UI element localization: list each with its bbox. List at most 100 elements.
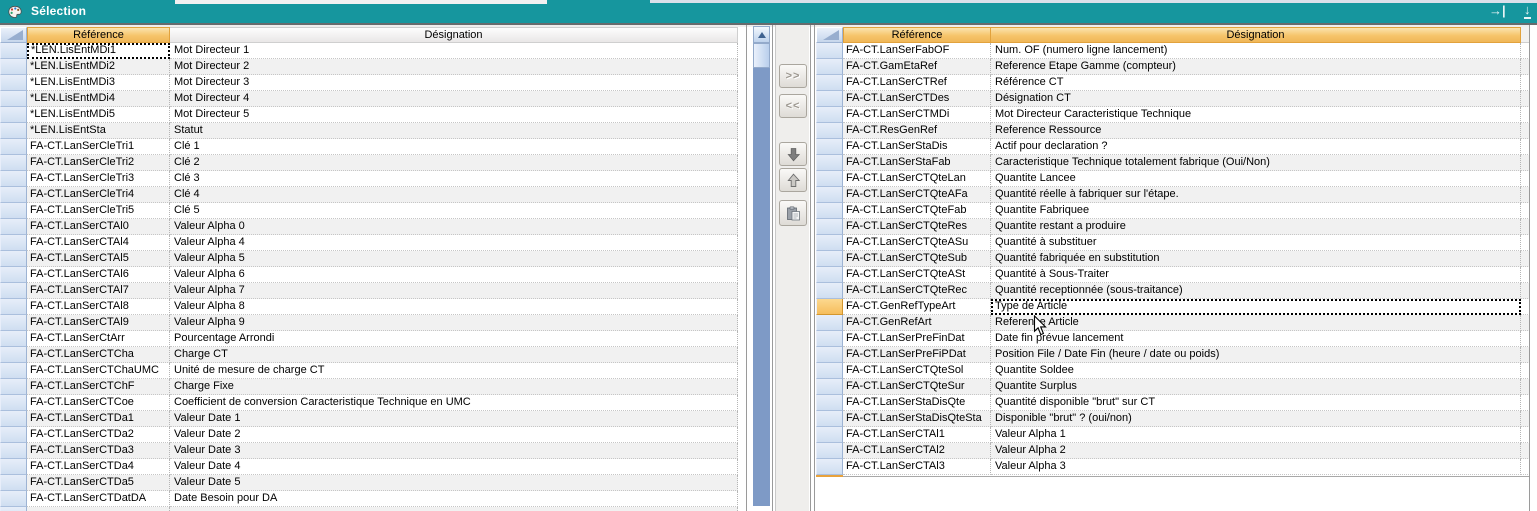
table-row[interactable]: FA-CT.LanSerCTAl6Valeur Alpha 6: [0, 267, 738, 283]
reference-cell[interactable]: *LEN.LisEntMDi1: [27, 43, 170, 59]
move-up-button[interactable]: [779, 168, 807, 192]
designation-cell[interactable]: Valeur Alpha 4: [170, 235, 738, 251]
row-header-cell[interactable]: [0, 443, 27, 459]
scroll-up-button[interactable]: [753, 26, 770, 43]
reference-cell[interactable]: [27, 507, 170, 511]
row-header-cell[interactable]: [816, 139, 843, 155]
designation-cell[interactable]: Reference Etape Gamme (compteur): [991, 59, 1521, 75]
row-header-cell[interactable]: [816, 443, 843, 459]
reference-cell[interactable]: FA-CT.LanSerCTAl9: [27, 315, 170, 331]
row-header-cell[interactable]: [0, 379, 27, 395]
reference-cell[interactable]: FA-CT.LanSerCTChF: [27, 379, 170, 395]
reference-cell[interactable]: FA-CT.LanSerCTQteASu: [843, 235, 991, 251]
move-down-button[interactable]: [779, 142, 807, 166]
table-row[interactable]: FA-CT.LanSerCTQteSurQuantite Surplus: [816, 379, 1530, 395]
row-header-cell[interactable]: [0, 363, 27, 379]
designation-cell[interactable]: Valeur Alpha 2: [991, 443, 1521, 459]
designation-cell[interactable]: Valeur Date 2: [170, 427, 738, 443]
designation-cell[interactable]: Clé 4: [170, 187, 738, 203]
table-row[interactable]: FA-CT.LanSerCTQteSolQuantite Soldee: [816, 363, 1530, 379]
reference-cell[interactable]: FA-CT.LanSerCleTri3: [27, 171, 170, 187]
row-header-cell[interactable]: [816, 171, 843, 187]
table-row[interactable]: *LEN.LisEntStaStatut: [0, 123, 738, 139]
table-row[interactable]: FA-CT.LanSerCTDa1Valeur Date 1: [0, 411, 738, 427]
column-header-designation[interactable]: Désignation: [170, 27, 738, 43]
designation-cell[interactable]: Quantité fabriquée en substitution: [991, 251, 1521, 267]
reference-cell[interactable]: FA-CT.LanSerCTAl6: [27, 267, 170, 283]
row-header-cell[interactable]: [0, 411, 27, 427]
table-row[interactable]: FA-CT.LanSerCTCoeCoefficient de conversi…: [0, 395, 738, 411]
designation-cell[interactable]: Valeur Alpha 8: [170, 299, 738, 315]
reference-cell[interactable]: FA-CT.LanSerCTQteLan: [843, 171, 991, 187]
designation-cell[interactable]: Coefficient de conversion Caracteristiqu…: [170, 395, 738, 411]
reference-cell[interactable]: FA-CT.LanSerCTAl0: [27, 219, 170, 235]
reference-cell[interactable]: FA-CT.LanSerCTMDi: [843, 107, 991, 123]
designation-cell[interactable]: Désignation CT: [991, 91, 1521, 107]
row-header-cell[interactable]: [0, 475, 27, 491]
reference-cell[interactable]: FA-CT.LanSerCTQteSub: [843, 251, 991, 267]
reference-cell[interactable]: FA-CT.LanSerPreFinDat: [843, 331, 991, 347]
row-header-cell[interactable]: [0, 315, 27, 331]
dock-right-icon[interactable]: →|: [1489, 3, 1506, 18]
row-header-cell[interactable]: [816, 75, 843, 91]
table-row[interactable]: FA-CT.LanSerCTDa5Valeur Date 5: [0, 475, 738, 491]
row-header-cell[interactable]: [0, 251, 27, 267]
designation-cell[interactable]: Clé 5: [170, 203, 738, 219]
table-row[interactable]: [0, 507, 738, 511]
row-header-cell[interactable]: [816, 299, 843, 315]
row-header-cell[interactable]: [0, 347, 27, 363]
row-header-cell[interactable]: [816, 363, 843, 379]
table-row[interactable]: FA-CT.LanSerCTAl9Valeur Alpha 9: [0, 315, 738, 331]
row-header-cell[interactable]: [816, 267, 843, 283]
table-row[interactable]: FA-CT.LanSerCTQteSubQuantité fabriquée e…: [816, 251, 1530, 267]
table-row[interactable]: FA-CT.LanSerCTDa4Valeur Date 4: [0, 459, 738, 475]
row-header-cell[interactable]: [816, 59, 843, 75]
designation-cell[interactable]: Valeur Date 3: [170, 443, 738, 459]
table-row[interactable]: FA-CT.LanSerCTQteAStQuantité à Sous-Trai…: [816, 267, 1530, 283]
row-header-cell[interactable]: [0, 507, 27, 511]
designation-cell[interactable]: Quantité disponible "brut" sur CT: [991, 395, 1521, 411]
table-row[interactable]: FA-CT.LanSerCTDa2Valeur Date 2: [0, 427, 738, 443]
table-row[interactable]: FA-CT.LanSerCTAl8Valeur Alpha 8: [0, 299, 738, 315]
reference-cell[interactable]: FA-CT.LanSerCleTri4: [27, 187, 170, 203]
reference-cell[interactable]: *LEN.LisEntMDi4: [27, 91, 170, 107]
row-header-cell[interactable]: [816, 315, 843, 331]
reference-cell[interactable]: FA-CT.LanSerCTChaUMC: [27, 363, 170, 379]
designation-cell[interactable]: Mot Directeur 4: [170, 91, 738, 107]
designation-cell[interactable]: Charge CT: [170, 347, 738, 363]
row-header-cell[interactable]: [0, 139, 27, 155]
designation-cell[interactable]: Mot Directeur Caracteristique Technique: [991, 107, 1521, 123]
table-row[interactable]: FA-CT.LanSerFabOFNum. OF (numero ligne l…: [816, 43, 1530, 59]
reference-cell[interactable]: FA-CT.LanSerCTAl2: [843, 443, 991, 459]
reference-cell[interactable]: FA-CT.LanSerFabOF: [843, 43, 991, 59]
row-header-cell[interactable]: [0, 331, 27, 347]
designation-cell[interactable]: Quantité à substituer: [991, 235, 1521, 251]
row-header-cell[interactable]: [0, 75, 27, 91]
table-row[interactable]: FA-CT.LanSerStaDisQteQuantité disponible…: [816, 395, 1530, 411]
designation-cell[interactable]: Clé 1: [170, 139, 738, 155]
row-header-cell[interactable]: [816, 123, 843, 139]
reference-cell[interactable]: FA-CT.LanSerCTRef: [843, 75, 991, 91]
reference-cell[interactable]: FA-CT.LanSerCleTri2: [27, 155, 170, 171]
designation-cell[interactable]: Mot Directeur 3: [170, 75, 738, 91]
reference-cell[interactable]: FA-CT.LanSerCTAl7: [27, 283, 170, 299]
reference-cell[interactable]: FA-CT.LanSerCTCha: [27, 347, 170, 363]
table-row[interactable]: *LEN.LisEntMDi1Mot Directeur 1: [0, 43, 738, 59]
row-header-cell[interactable]: [816, 459, 843, 475]
row-header-cell[interactable]: [816, 251, 843, 267]
move-all-right-button[interactable]: >>: [779, 64, 807, 88]
reference-cell[interactable]: FA-CT.LanSerCTQteSol: [843, 363, 991, 379]
row-header-cell[interactable]: [0, 155, 27, 171]
row-header-cell[interactable]: [0, 59, 27, 75]
reference-cell[interactable]: FA-CT.LanSerStaDis: [843, 139, 991, 155]
row-header-cell[interactable]: [0, 123, 27, 139]
reference-cell[interactable]: FA-CT.LanSerCTQteRec: [843, 283, 991, 299]
designation-cell[interactable]: Unité de mesure de charge CT: [170, 363, 738, 379]
table-row[interactable]: FA-CT.LanSerStaFabCaracteristique Techni…: [816, 155, 1530, 171]
move-all-left-button[interactable]: <<: [779, 94, 807, 118]
designation-cell[interactable]: Disponible "brut" ? (oui/non): [991, 411, 1521, 427]
copy-button[interactable]: [779, 200, 807, 226]
table-row[interactable]: FA-CT.GenRefArtReference Article: [816, 315, 1530, 331]
designation-cell[interactable]: Valeur Alpha 3: [991, 459, 1521, 475]
table-row[interactable]: *LEN.LisEntMDi3Mot Directeur 3: [0, 75, 738, 91]
